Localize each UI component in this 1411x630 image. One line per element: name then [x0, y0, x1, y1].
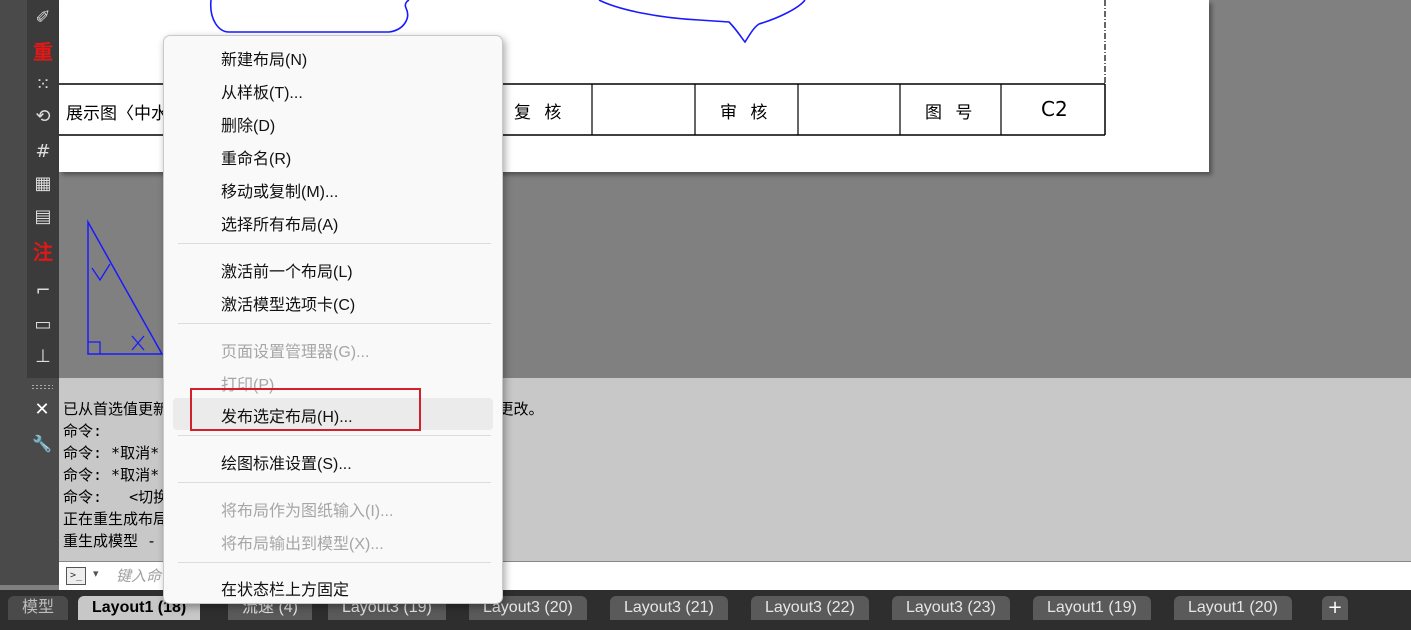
menu-item-import-layout-as-sheet: 将布局作为图纸输入(I)... [221, 503, 394, 520]
menu-separator [178, 562, 491, 563]
drawing-no-value: C2 [1041, 97, 1068, 121]
tab-model[interactable]: 模型 [8, 596, 69, 620]
dimension-icon[interactable]: ▤ [30, 203, 56, 229]
command-prompt-icon[interactable]: >_ [66, 567, 86, 585]
menu-separator [178, 435, 491, 436]
triangle-drawing [87, 219, 164, 355]
command-history-line: 命令: *取消* [63, 444, 160, 462]
paintbrush-icon[interactable]: ✐ [30, 4, 56, 30]
coordinates-icon[interactable]: ▦ [30, 170, 56, 196]
annotate-icon[interactable]: 注 [30, 237, 56, 264]
tab-layout1-20[interactable]: Layout1 (20) [1174, 596, 1292, 620]
drawing-name: 展示图〈中水 [66, 104, 168, 124]
grid-icon[interactable]: # [30, 138, 56, 164]
review-label: 复 核 [514, 103, 566, 123]
approve-label: 审 核 [720, 103, 772, 123]
drag-grip-icon[interactable] [31, 384, 53, 390]
menu-item-export-layout-to-model: 将布局输出到模型(X)... [221, 536, 384, 553]
command-history-line: 命令: *取消* [63, 466, 160, 484]
wrench-icon[interactable]: 🔧 [32, 432, 52, 456]
drawing-no-label: 图 号 [925, 103, 977, 123]
regen-icon[interactable]: 重 [30, 37, 56, 64]
layout-context-menu: 新建布局(N) 从样板(T)... 删除(D) 重命名(R) 移动或复制(M).… [163, 35, 503, 604]
tab-layout1-19[interactable]: Layout1 (19) [1033, 596, 1151, 620]
menu-item-page-setup-manager: 页面设置管理器(G)... [221, 344, 370, 361]
menu-separator [178, 243, 491, 244]
tab-layout3-22[interactable]: Layout3 (22) [751, 596, 869, 620]
menu-item-activate-previous-layout[interactable]: 激活前一个布局(L) [221, 258, 353, 282]
menu-item-new-layout[interactable]: 新建布局(N) [221, 46, 307, 70]
menu-item-select-all-layouts[interactable]: 选择所有布局(A) [221, 211, 338, 235]
menu-item-dock-above-status-bar[interactable]: 在状态栏上方固定 [221, 576, 349, 600]
menu-item-activate-model-tab[interactable]: 激活模型选项卡(C) [221, 291, 355, 315]
bar-icon[interactable]: ⊥ [30, 343, 56, 369]
step-icon[interactable]: ⌐ [30, 277, 56, 303]
menu-separator [178, 323, 491, 324]
menu-item-drawing-standards-settings[interactable]: 绘图标准设置(S)... [221, 450, 352, 474]
close-icon[interactable]: ✕ [32, 398, 52, 422]
tab-layout3-23[interactable]: Layout3 (23) [892, 596, 1010, 620]
snap-icon[interactable]: ⁙ [30, 71, 56, 97]
menu-separator [178, 482, 491, 483]
zoom-icon[interactable]: ⟲ [30, 103, 56, 129]
menu-item-move-copy[interactable]: 移动或复制(M)... [221, 178, 338, 202]
left-toolbar [0, 0, 28, 585]
chevron-down-icon[interactable]: ▾ [93, 567, 99, 580]
menu-item-rename[interactable]: 重命名(R) [221, 145, 291, 169]
command-history-line: 命令: [63, 422, 103, 440]
rectangle-icon[interactable]: ▭ [30, 311, 56, 337]
highlight-annotation-box [190, 388, 421, 431]
menu-item-from-template[interactable]: 从样板(T)... [221, 79, 303, 103]
add-tab-button[interactable]: + [1322, 596, 1348, 620]
menu-item-delete[interactable]: 删除(D) [221, 112, 275, 136]
tab-layout3-21[interactable]: Layout3 (21) [610, 596, 728, 620]
